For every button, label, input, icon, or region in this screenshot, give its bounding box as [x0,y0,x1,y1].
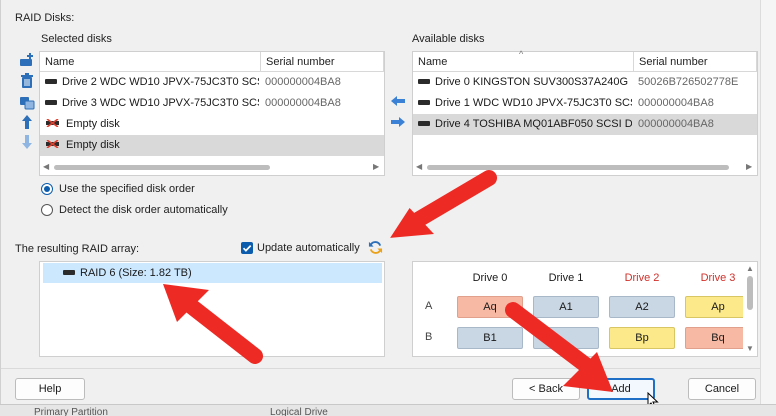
disk-serial: 000000004BA8 [265,76,341,88]
disk-serial: 000000004BA8 [265,97,341,109]
scroll-thumb[interactable] [747,276,753,310]
selected-disk-row[interactable]: Drive 2 WDC WD10 JPVX-75JC3T0 SCSI D... 0… [40,72,384,93]
move-left-arrow-icon[interactable] [391,96,405,106]
available-serial-header[interactable]: Serial number [634,52,757,72]
selected-disks-title: Selected disks [41,33,112,45]
cancel-button[interactable]: Cancel [688,378,756,400]
disk-name-cell: Drive 4 TOSHIBA MQ01ABF050 SCSI Disk... [418,114,632,135]
scroll-thumb[interactable] [54,165,270,170]
drive-icon [45,99,57,105]
raid-disks-label: RAID Disks: [15,12,75,24]
available-disks-title: Available disks [412,33,485,45]
selected-disk-row[interactable]: Empty disk [40,135,384,156]
available-disk-row[interactable]: Drive 0 KINGSTON SUV300S37A240G 50026B726… [413,72,757,93]
available-disk-row[interactable]: Drive 4 TOSHIBA MQ01ABF050 SCSI Disk... 0… [413,114,757,135]
grid-column-header: Drive 2 [624,272,660,284]
empty-disk-icon [46,119,59,128]
selected-name-header[interactable]: Name [40,52,261,72]
detect-order-radio[interactable] [41,204,53,216]
selected-disk-row[interactable]: Drive 3 WDC WD10 JPVX-75JC3T0 SCSI D... 0… [40,93,384,114]
drive-icon [418,99,430,105]
annotation-arrow-add [505,302,613,392]
replace-disk-icon[interactable] [19,94,35,110]
selected-hscrollbar[interactable]: ◀ ▶ [40,160,384,174]
selected-serial-header[interactable]: Serial number [261,52,384,72]
grid-vscrollbar[interactable]: ▲ ▼ [743,262,757,356]
grid-row-label: A [425,300,433,312]
raid-drive-icon [63,269,75,275]
disk-name: Drive 4 TOSHIBA MQ01ABF050 SCSI Disk... [435,118,632,130]
background-window-strip: Primary Partition Logical Drive [0,404,776,416]
move-up-icon[interactable] [19,114,35,130]
disk-toolbar [19,52,37,152]
disk-name-cell: Drive 0 KINGSTON SUV300S37A240G [418,72,632,93]
scroll-up-icon[interactable]: ▲ [746,264,754,273]
annotation-arrow-update [390,170,497,238]
available-name-header[interactable]: Name [413,52,634,72]
grid-row-label: B [425,331,433,343]
disk-name: Drive 2 WDC WD10 JPVX-75JC3T0 SCSI D... [62,76,259,88]
stripe-block: Ap [685,296,751,318]
disk-serial: 50026B726502778E [638,76,739,88]
disk-name-cell: Drive 2 WDC WD10 JPVX-75JC3T0 SCSI D... [45,72,259,93]
disk-name-cell: Empty disk [45,114,259,135]
drive-icon [418,78,430,84]
selected-disk-row[interactable]: Empty disk [40,114,384,135]
disk-name-cell: Empty disk [45,135,259,156]
drive-icon [45,78,57,84]
update-automatically-checkbox[interactable] [241,242,253,254]
checkmark-icon [242,245,252,252]
help-button[interactable]: Help [15,378,85,400]
stripe-block: Bq [685,327,751,349]
specified-order-radio[interactable] [41,183,53,195]
selected-disks-list[interactable]: Name Serial number Drive 2 WDC WD10 JPVX… [39,51,385,176]
disk-name: Empty disk [66,118,120,130]
background-right-text: Logical Drive [270,407,328,416]
grid-column-header: Drive 1 [548,272,584,284]
scroll-down-icon[interactable]: ▼ [746,344,754,353]
move-down-icon[interactable] [19,134,35,150]
disk-serial: 000000004BA8 [638,97,714,109]
detect-order-label[interactable]: Detect the disk order automatically [59,204,228,216]
disk-name: Drive 3 WDC WD10 JPVX-75JC3T0 SCSI D... [62,97,259,109]
drive-icon [418,120,430,126]
add-disk-icon[interactable] [19,52,35,68]
available-disks-list[interactable]: Name ^ Serial number Drive 0 KINGSTON SU… [412,49,758,176]
result-label: The resulting RAID array: [15,243,140,255]
disk-name-cell: Drive 3 WDC WD10 JPVX-75JC3T0 SCSI D... [45,93,259,114]
update-automatically-label[interactable]: Update automatically [257,242,360,254]
empty-disk-icon [46,140,59,149]
disk-serial: 000000004BA8 [638,118,714,130]
disk-name: Drive 0 KINGSTON SUV300S37A240G [435,76,628,88]
sort-ascending-icon: ^ [519,49,524,59]
disk-name: Drive 1 WDC WD10 JPVX-75JC3T0 SCSI D... [435,97,632,109]
specified-order-label[interactable]: Use the specified disk order [59,183,195,195]
scroll-left-icon[interactable]: ◀ [43,160,49,174]
disk-name: Empty disk [66,139,120,151]
scroll-right-icon[interactable]: ▶ [746,160,752,174]
available-disk-row[interactable]: Drive 1 WDC WD10 JPVX-75JC3T0 SCSI D... 0… [413,93,757,114]
raid-dialog: RAID Disks: Selected disks Name Serial n… [0,0,776,410]
delete-icon[interactable] [19,73,35,89]
background-left-text: Primary Partition [34,407,108,416]
annotation-arrow-raid [163,284,263,364]
window-edge [760,0,776,404]
grid-column-header: Drive 0 [472,272,508,284]
disk-name-cell: Drive 1 WDC WD10 JPVX-75JC3T0 SCSI D... [418,93,632,114]
move-right-arrow-icon[interactable] [391,117,405,127]
separator [1,368,761,369]
